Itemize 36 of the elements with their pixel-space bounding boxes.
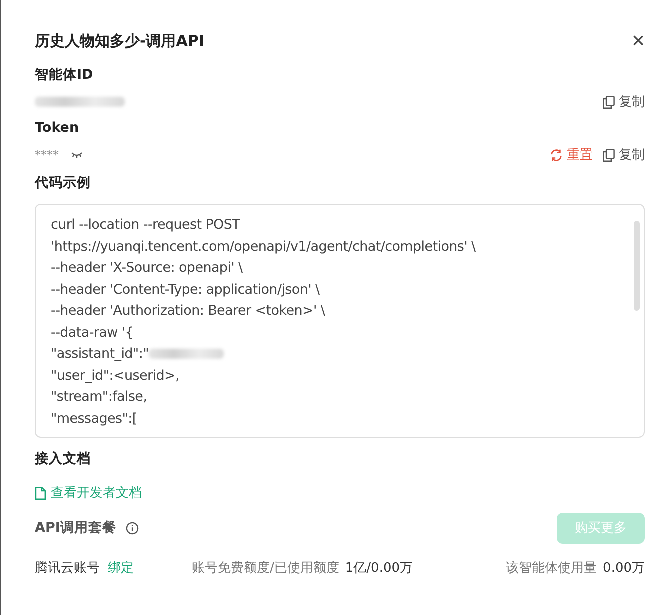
docs-label: 接入文档 — [35, 450, 92, 468]
code-box[interactable] — [35, 204, 645, 438]
agent-id-label: 智能体ID — [35, 66, 94, 84]
usage-label: 该智能体使用量 — [506, 560, 598, 577]
developer-docs-link[interactable]: 查看开发者文档 — [35, 484, 645, 502]
quota-value: 1亿/0.00万 — [345, 560, 413, 577]
code-line: --data-raw '{ — [51, 324, 135, 342]
bind-link[interactable]: 绑定 — [108, 559, 134, 577]
code-line: curl --location --request POST — [51, 216, 242, 235]
eye-closed-icon[interactable] — [71, 152, 83, 158]
copy-button[interactable]: 复制 — [603, 93, 645, 111]
copy-icon — [603, 148, 615, 162]
refresh-icon — [550, 148, 563, 162]
code-line: "assistant_id":" — [51, 344, 614, 366]
code-line: "messages":[ — [51, 410, 138, 428]
usage-value: 0.00万 — [603, 560, 645, 577]
code-example-label: 代码示例 — [35, 174, 92, 192]
code-line: "user_id":<userid>, — [51, 366, 180, 386]
account-label: 腾讯云账号 — [35, 560, 100, 577]
code-line: "stream":false, — [51, 388, 148, 407]
copy-icon — [603, 96, 615, 108]
token-value: **** — [35, 148, 59, 162]
quota-label: 账号免费额度/已使用额度 — [192, 560, 340, 577]
api-plan-label: API调用套餐 — [35, 519, 116, 537]
code-line: --header 'Content-Type: application/json' \ — [51, 280, 321, 300]
code-line: 'https://yuanqi.tencent.com/openapi/v1/agent/chat/completions' \ — [51, 238, 477, 256]
reset-button[interactable]: 重置 — [550, 146, 593, 164]
code-line: --header 'X-Source: openapi' \ — [51, 259, 244, 278]
token-label: Token — [35, 120, 80, 136]
info-icon[interactable] — [126, 522, 140, 534]
document-icon — [35, 486, 46, 500]
dialog-title: 历史人物知多少-调用API — [35, 32, 204, 50]
copy-button[interactable]: 复制 — [603, 146, 645, 164]
code-line: --header 'Authorization: Bearer <token>' \ — [51, 302, 326, 321]
close-button[interactable]: × — [624, 30, 645, 52]
scrollbar[interactable] — [634, 221, 640, 311]
